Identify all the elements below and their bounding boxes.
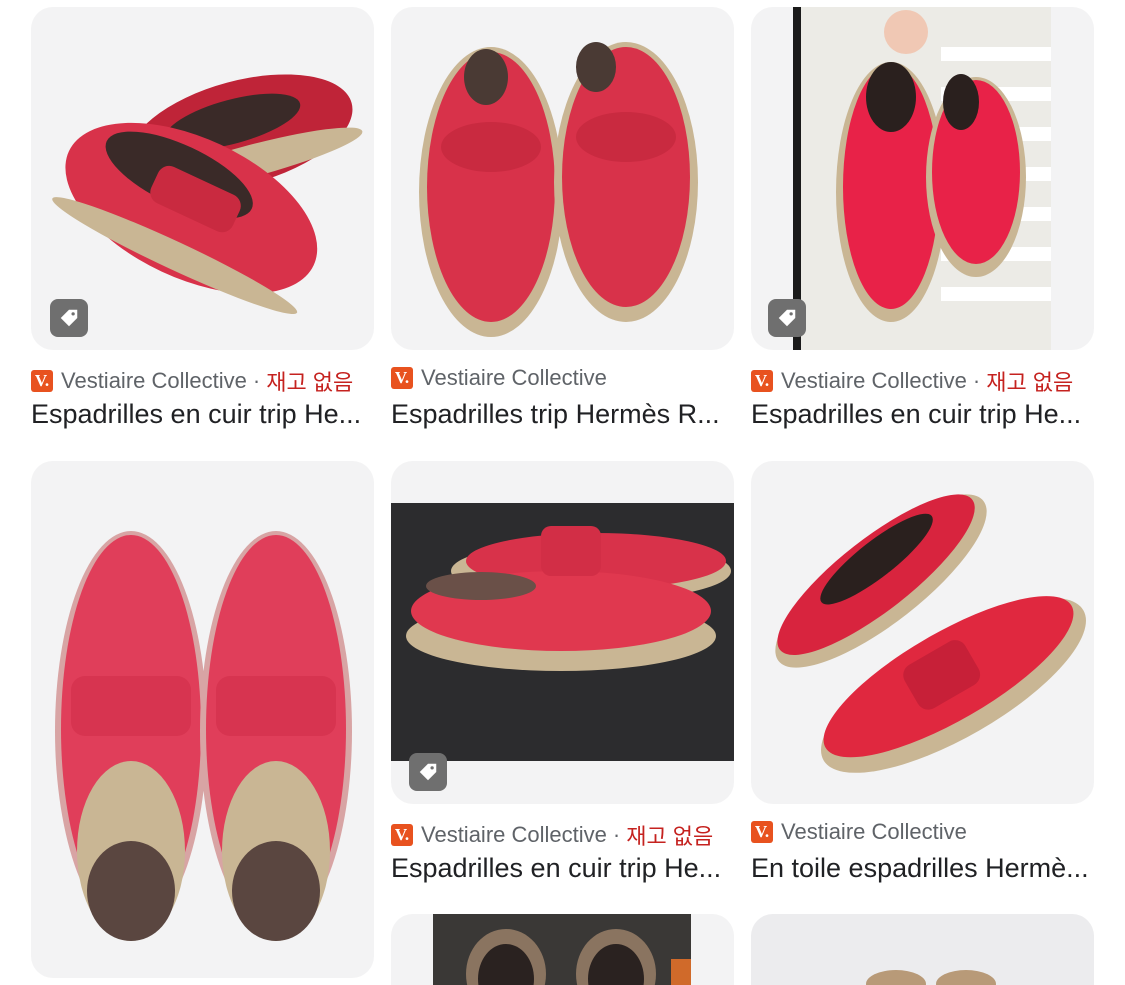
result-source[interactable]: V. Vestiaire Collective	[391, 365, 607, 391]
separator-dot: ·	[252, 368, 261, 393]
product-image[interactable]	[391, 461, 734, 804]
product-image[interactable]	[751, 914, 1094, 985]
source-name: Vestiaire Collective	[781, 368, 967, 393]
separator-dot: ·	[612, 822, 621, 847]
shoe-image	[433, 914, 691, 985]
shoe-image	[866, 970, 996, 985]
result-title[interactable]: En toile espadrilles Hermè...	[751, 853, 1094, 884]
product-image[interactable]	[751, 7, 1094, 350]
price-tag-icon	[778, 309, 796, 327]
source-name: Vestiaire Collective	[781, 819, 967, 844]
price-tag-button[interactable]	[409, 753, 447, 791]
vestiaire-logo-icon: V.	[751, 370, 773, 392]
stock-status: 재고 없음	[266, 370, 354, 395]
vestiaire-logo-icon: V.	[391, 824, 413, 846]
result-title[interactable]: Espadrilles en cuir trip He...	[751, 399, 1094, 430]
result-source[interactable]: V. Vestiaire Collective · 재고 없음	[391, 819, 713, 851]
result-source[interactable]: V. Vestiaire Collective · 재고 없음	[751, 365, 1073, 397]
product-image[interactable]	[391, 914, 734, 985]
stock-status: 재고 없음	[626, 824, 714, 849]
price-tag-button[interactable]	[50, 299, 88, 337]
price-tag-button[interactable]	[768, 299, 806, 337]
product-image[interactable]	[31, 461, 374, 978]
shoe-image	[419, 42, 698, 337]
vestiaire-logo-icon: V.	[751, 821, 773, 843]
product-image[interactable]	[751, 461, 1094, 804]
shoe-image	[391, 503, 734, 761]
shoe-image	[793, 7, 1051, 350]
result-title[interactable]: Espadrilles trip Hermès R...	[391, 399, 734, 430]
separator-dot: ·	[972, 368, 981, 393]
stock-status: 재고 없음	[986, 370, 1074, 395]
source-name: Vestiaire Collective	[421, 822, 607, 847]
price-tag-icon	[419, 763, 437, 781]
result-source[interactable]: V. Vestiaire Collective	[751, 819, 967, 845]
source-name: Vestiaire Collective	[61, 368, 247, 393]
product-image[interactable]	[31, 7, 374, 350]
product-image[interactable]	[391, 7, 734, 350]
price-tag-icon	[60, 309, 78, 327]
result-title[interactable]: Espadrilles en cuir trip He...	[391, 853, 734, 884]
result-source[interactable]: V. Vestiaire Collective · 재고 없음	[31, 365, 353, 397]
shoe-image	[775, 494, 1086, 773]
shoe-image	[55, 531, 352, 941]
vestiaire-logo-icon: V.	[31, 370, 53, 392]
vestiaire-logo-icon: V.	[391, 367, 413, 389]
result-title[interactable]: Espadrilles en cuir trip He...	[31, 399, 374, 430]
source-name: Vestiaire Collective	[421, 365, 607, 390]
